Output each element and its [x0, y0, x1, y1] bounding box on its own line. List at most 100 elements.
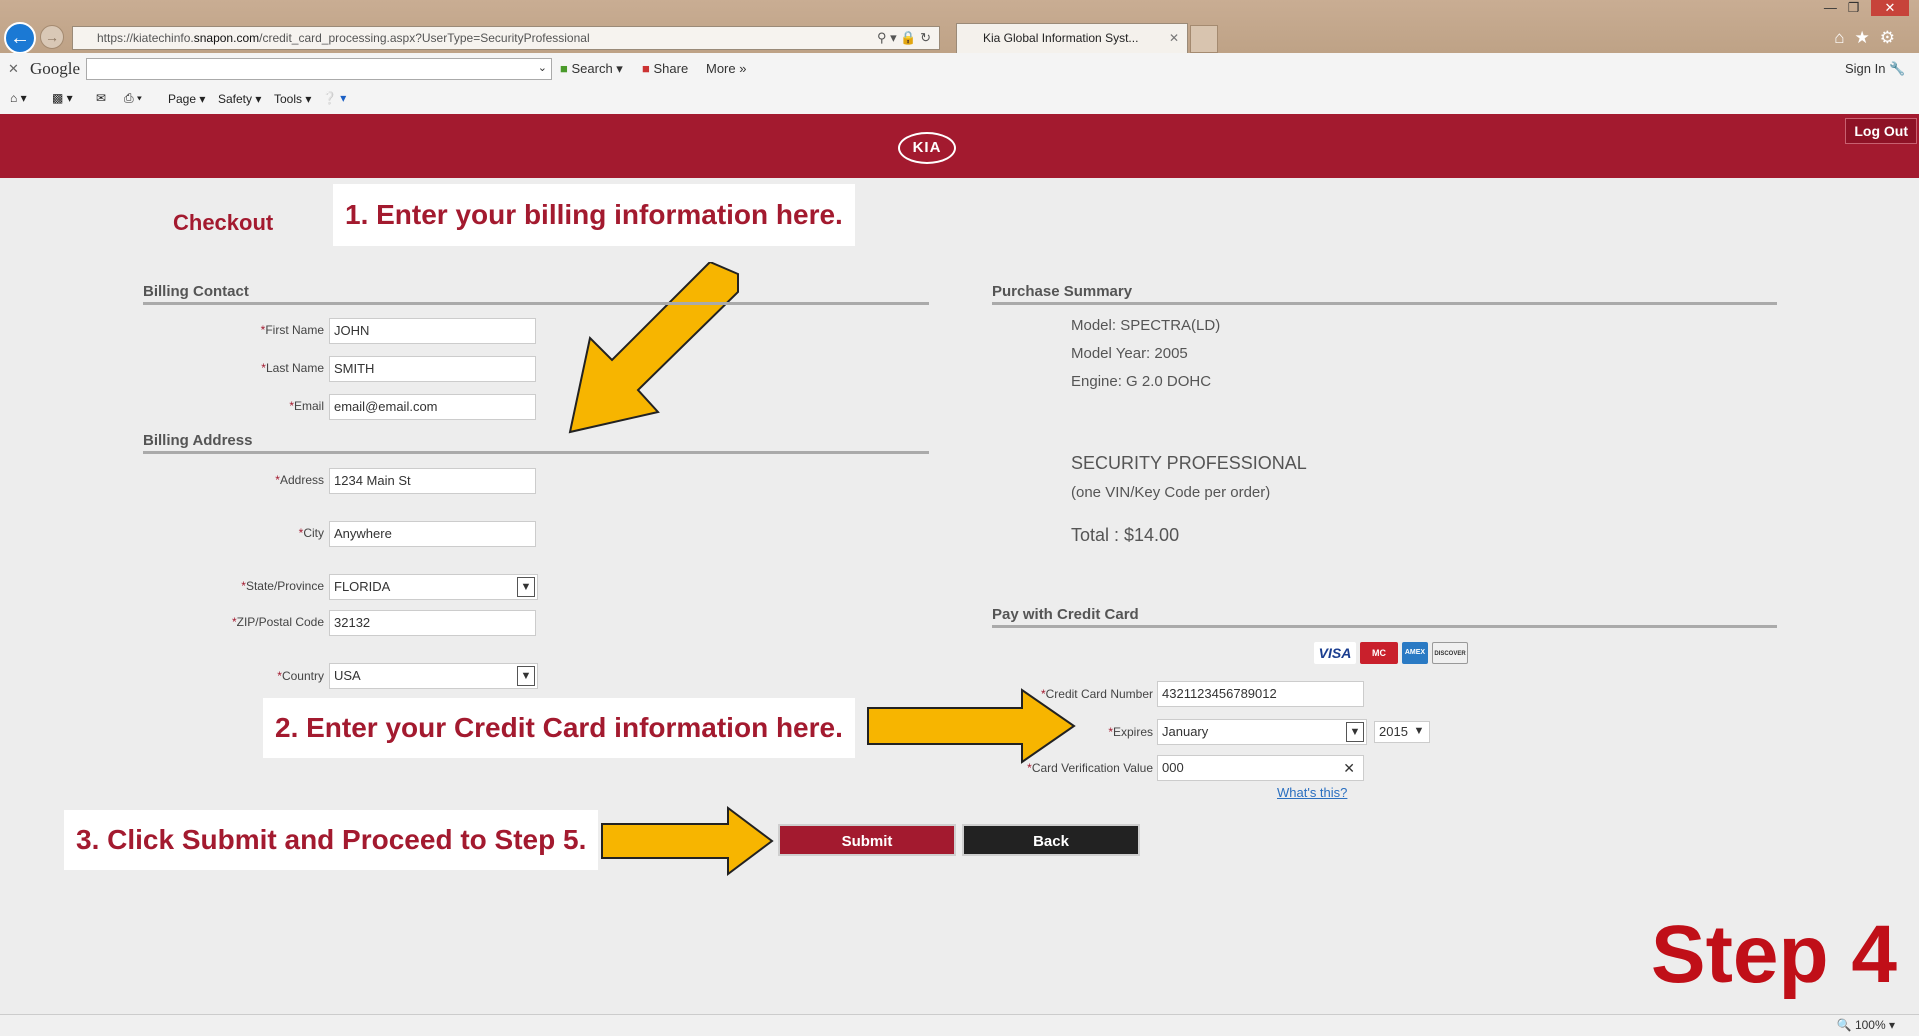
- email-label: *Email: [289, 399, 324, 413]
- chevron-down-icon[interactable]: ▼: [517, 577, 535, 597]
- summary-engine: Engine: G 2.0 DOHC: [1071, 373, 1212, 390]
- zip-label: *ZIP/Postal Code: [231, 615, 324, 629]
- state-label-text: State/Province: [245, 579, 324, 593]
- help-icon[interactable]: ❔ ▾: [322, 91, 346, 105]
- new-tab-button[interactable]: [1190, 25, 1218, 53]
- print-icon[interactable]: ⎙ ▾: [124, 91, 142, 106]
- page-title: Checkout: [173, 210, 274, 235]
- url-path: /credit_card_processing.aspx?UserType=Se…: [259, 31, 590, 45]
- discover-card-icon: DISCOVER: [1432, 642, 1468, 664]
- back-button[interactable]: Back: [962, 824, 1140, 856]
- browser-tab[interactable]: Kia Global Information Syst... ✕: [956, 23, 1188, 53]
- zoom-icon: 🔍: [1836, 1018, 1852, 1032]
- zip-input[interactable]: 32132: [329, 610, 536, 636]
- expires-month-select[interactable]: January ▼: [1157, 719, 1367, 745]
- address-label-text: Address: [279, 473, 324, 487]
- zoom-value: 100%: [1854, 1018, 1886, 1032]
- tools-menu-label: Tools: [274, 92, 303, 106]
- country-label: *Country: [277, 669, 324, 683]
- chevron-down-icon[interactable]: ▼: [1411, 723, 1427, 741]
- state-label: *State/Province: [241, 579, 324, 593]
- country-select[interactable]: USA ▼: [329, 663, 538, 689]
- safety-menu[interactable]: Safety ▾: [218, 92, 261, 106]
- instruction-callout-1: 1. Enter your billing information here.: [333, 184, 855, 246]
- favorites-star-icon[interactable]: ★: [1855, 28, 1880, 47]
- instruction-callout-2: 2. Enter your Credit Card information he…: [263, 698, 855, 758]
- close-toolbar-icon[interactable]: ✕: [8, 61, 19, 77]
- state-selected-value: FLORIDA: [334, 579, 391, 594]
- google-logo: Google: [30, 59, 81, 78]
- billing-address-heading: Billing Address: [143, 432, 929, 454]
- cvv-input[interactable]: 000 ✕: [1157, 755, 1364, 781]
- home-toolbar-icon[interactable]: ⌂ ▾: [10, 91, 27, 105]
- first-name-input[interactable]: JOHN: [329, 318, 536, 344]
- last-name-label-text: Last Name: [265, 361, 324, 375]
- zip-label-text: ZIP/Postal Code: [236, 615, 324, 629]
- card-logos: VISA MC AMEX DISCOVER: [1314, 642, 1468, 664]
- search-button[interactable]: ■ Search ▾: [560, 61, 623, 77]
- address-bar-icons[interactable]: ⚲ ▾ 🔒 ↻: [877, 27, 931, 49]
- window-close-icon[interactable]: ✕: [1871, 0, 1909, 16]
- chevron-down-icon[interactable]: ⌄: [538, 61, 547, 74]
- more-button[interactable]: More »: [706, 61, 746, 76]
- sign-in-button[interactable]: Sign In 🔧: [1845, 61, 1905, 77]
- email-input[interactable]: email@email.com: [329, 394, 536, 420]
- safety-menu-label: Safety: [218, 92, 253, 106]
- first-name-label-text: First Name: [265, 323, 324, 337]
- cvv-value: 000: [1162, 760, 1184, 775]
- google-search-input[interactable]: ⌄: [86, 58, 552, 80]
- wrench-icon[interactable]: 🔧: [1889, 61, 1905, 76]
- visa-card-icon: VISA: [1314, 642, 1356, 664]
- window-controls[interactable]: — ❐ ✕: [1824, 0, 1909, 16]
- chevron-down-icon[interactable]: ▼: [1346, 722, 1364, 742]
- email-label-text: Email: [293, 399, 324, 413]
- address-input[interactable]: 1234 Main St: [329, 468, 536, 494]
- forward-arrow-icon[interactable]: →: [40, 25, 64, 49]
- home-icon[interactable]: ⌂: [1834, 28, 1854, 47]
- first-name-label: *First Name: [260, 323, 324, 337]
- billing-contact-heading: Billing Contact: [143, 283, 929, 305]
- tools-menu[interactable]: Tools ▾: [274, 92, 311, 106]
- address-bar[interactable]: https://kiatechinfo.snapon.com/credit_ca…: [72, 26, 940, 50]
- state-select[interactable]: FLORIDA ▼: [329, 574, 538, 600]
- arrow-annotation-2: [867, 688, 1076, 764]
- settings-gear-icon[interactable]: ⚙: [1880, 28, 1905, 47]
- more-label: More: [706, 61, 736, 76]
- mail-icon[interactable]: ✉: [96, 91, 106, 105]
- share-icon: ■: [642, 61, 650, 76]
- share-label: Share: [653, 61, 689, 76]
- city-label: *City: [298, 526, 324, 540]
- city-input[interactable]: Anywhere: [329, 521, 536, 547]
- url-prefix: https://kiatechinfo.: [97, 31, 194, 45]
- logout-button[interactable]: Log Out: [1845, 118, 1917, 144]
- whats-this-link[interactable]: What's this?: [1277, 785, 1347, 800]
- page-menu-label: Page: [168, 92, 197, 106]
- summary-package-note: (one VIN/Key Code per order): [1071, 484, 1271, 501]
- tab-title: Kia Global Information Syst...: [983, 31, 1139, 45]
- page-menu[interactable]: Page ▾: [168, 92, 205, 106]
- last-name-input[interactable]: SMITH: [329, 356, 536, 382]
- purchase-summary-heading-text: Purchase Summary: [992, 283, 1133, 300]
- arrow-annotation-3: [601, 806, 774, 876]
- country-selected-value: USA: [334, 668, 361, 683]
- summary-package-name: SECURITY PROFESSIONAL: [1071, 453, 1307, 473]
- amex-card-icon: AMEX: [1402, 642, 1428, 664]
- payment-heading-text: Pay with Credit Card: [992, 606, 1139, 623]
- share-button[interactable]: ■ Share: [642, 61, 688, 76]
- submit-button[interactable]: Submit: [778, 824, 956, 856]
- clear-input-icon[interactable]: ✕: [1343, 756, 1355, 780]
- last-name-label: *Last Name: [261, 361, 324, 375]
- search-label: Search: [571, 61, 613, 76]
- address-label: *Address: [275, 473, 324, 487]
- city-label-text: City: [303, 526, 324, 540]
- restore-icon[interactable]: ❐: [1848, 0, 1860, 15]
- expires-year-select[interactable]: 2015 ▼: [1374, 721, 1430, 743]
- instruction-callout-3: 3. Click Submit and Proceed to Step 5.: [64, 810, 599, 870]
- minimize-icon[interactable]: —: [1824, 0, 1837, 15]
- feeds-icon[interactable]: ▩ ▾: [52, 91, 73, 105]
- close-icon[interactable]: ✕: [1169, 24, 1179, 52]
- zoom-level[interactable]: 🔍 100% ▾: [1837, 1018, 1895, 1032]
- back-arrow-icon[interactable]: ←: [4, 22, 36, 54]
- chevron-down-icon[interactable]: ▼: [517, 666, 535, 686]
- card-number-input[interactable]: 4321123456789012: [1157, 681, 1364, 707]
